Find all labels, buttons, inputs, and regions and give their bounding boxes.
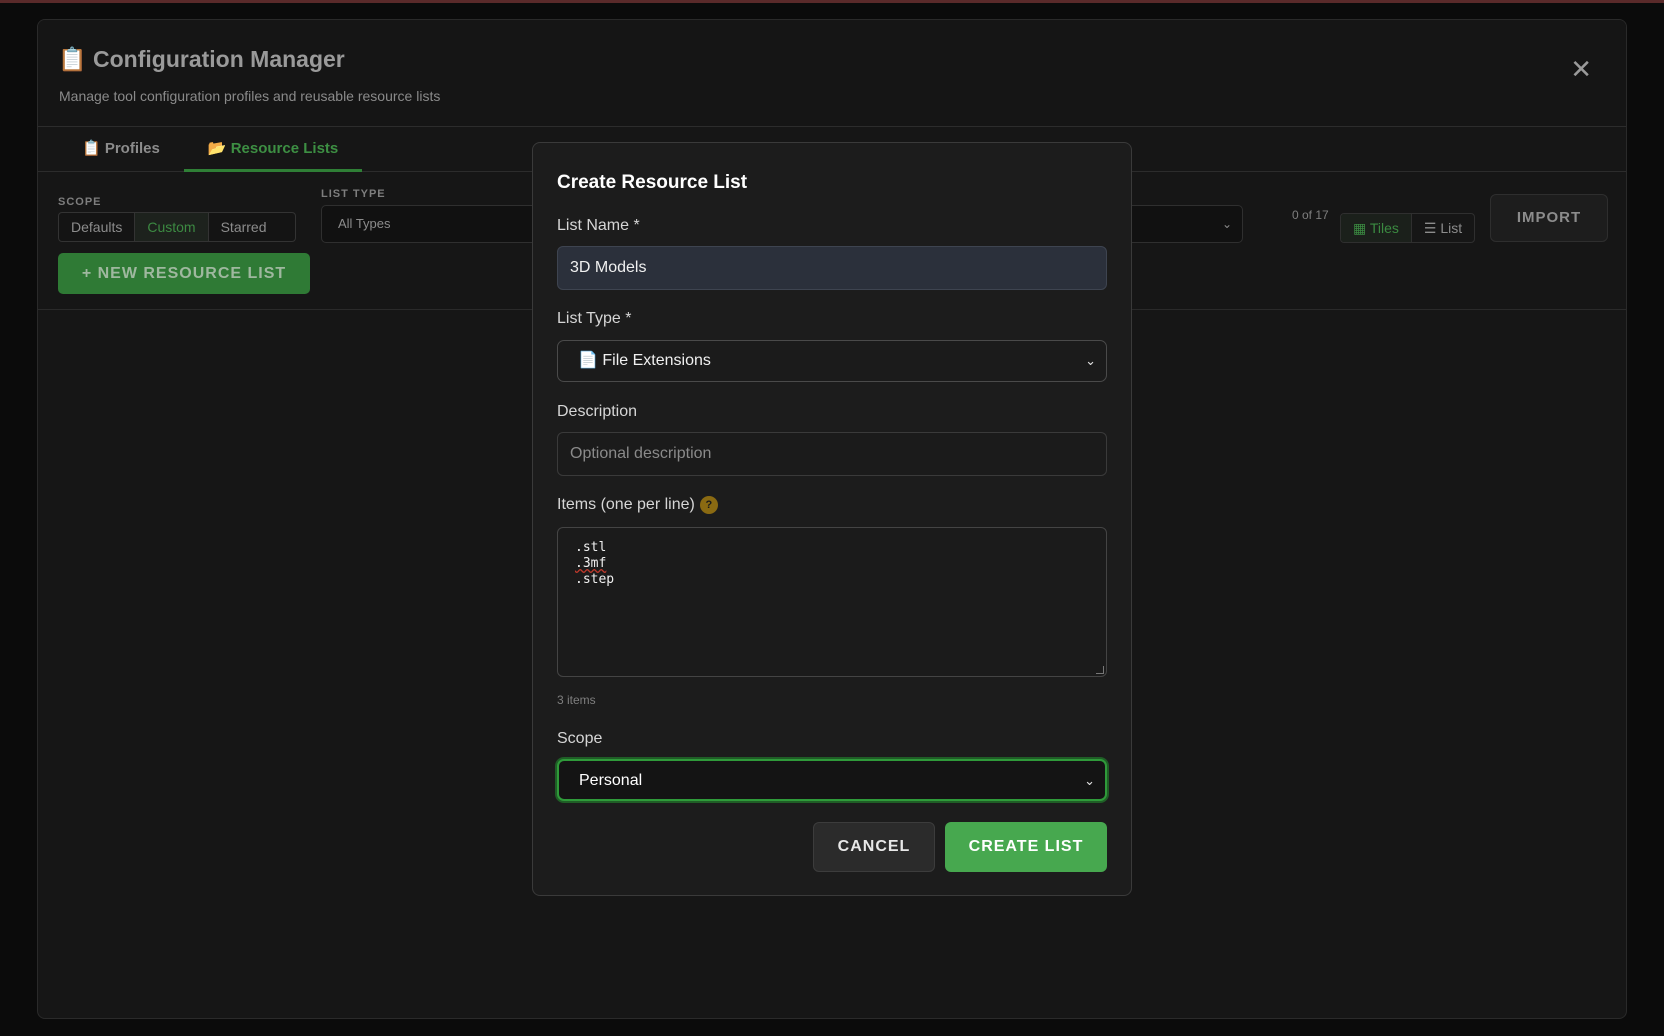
panel-header: 📋 Configuration Manager Manage tool conf…	[38, 20, 1626, 127]
create-resource-list-dialog: Create Resource List List Name * 3D Mode…	[532, 142, 1132, 896]
description-label: Description	[557, 403, 638, 420]
scope-option-defaults[interactable]: Defaults	[59, 213, 136, 241]
new-resource-list-button[interactable]: + NEW RESOURCE LIST	[58, 253, 310, 294]
list-type-filter-value: All Types	[338, 216, 391, 231]
list-name-label: List Name *	[557, 217, 640, 234]
scope-filter-group: Defaults Custom Starred	[58, 212, 296, 242]
chevron-down-icon: ⌄	[1085, 353, 1096, 368]
view-option-list[interactable]: ☰ List	[1412, 214, 1474, 242]
scope-filter-label: SCOPE	[58, 196, 102, 208]
chevron-down-icon: ⌄	[1084, 773, 1095, 788]
view-option-tiles[interactable]: ▦ Tiles	[1341, 214, 1412, 242]
import-button[interactable]: IMPORT	[1490, 194, 1608, 242]
scope-label: Scope	[557, 730, 603, 747]
scope-option-custom[interactable]: Custom	[135, 213, 209, 241]
create-list-button[interactable]: CREATE LIST	[945, 822, 1107, 872]
help-icon[interactable]: ?	[699, 496, 718, 514]
items-textarea[interactable]: .stl .3mf .step	[557, 527, 1107, 677]
view-toggle-group: ▦ Tiles ☰ List	[1340, 213, 1476, 243]
tab-resource-lists[interactable]: 📂 Resource Lists	[183, 127, 363, 172]
page-subtitle: Manage tool configuration profiles and r…	[59, 88, 441, 104]
items-label-text: Items (one per line)	[557, 496, 695, 513]
list-type-value: 📄 File Extensions	[578, 352, 711, 369]
page-title: 📋 Configuration Manager	[58, 46, 345, 72]
list-name-input[interactable]: 3D Models	[557, 246, 1107, 290]
tab-profiles[interactable]: 📋 Profiles	[58, 127, 184, 172]
dialog-title: Create Resource List	[557, 172, 748, 193]
result-count: 0 of 17	[1292, 208, 1329, 222]
scope-option-starred[interactable]: Starred	[209, 213, 295, 241]
list-type-label: List Type *	[557, 310, 632, 327]
items-label: Items (one per line)?	[557, 496, 718, 514]
resize-handle-icon[interactable]	[1096, 666, 1104, 674]
items-count: 3 items	[557, 693, 596, 707]
scope-select[interactable]: Personal ⌄	[557, 759, 1107, 801]
cancel-button[interactable]: CANCEL	[813, 822, 935, 872]
item-line: .stl	[575, 540, 607, 555]
description-input[interactable]: Optional description	[557, 432, 1107, 476]
scope-value: Personal	[579, 772, 643, 789]
close-icon[interactable]: ✕	[1570, 56, 1592, 82]
window-top-border	[0, 0, 1664, 3]
chevron-down-icon: ⌄	[1221, 217, 1232, 231]
list-type-select[interactable]: 📄 File Extensions ⌄	[557, 340, 1107, 382]
list-type-filter-label: LIST TYPE	[321, 188, 386, 200]
item-line: .step	[575, 572, 615, 587]
item-line: .3mf	[575, 556, 607, 571]
